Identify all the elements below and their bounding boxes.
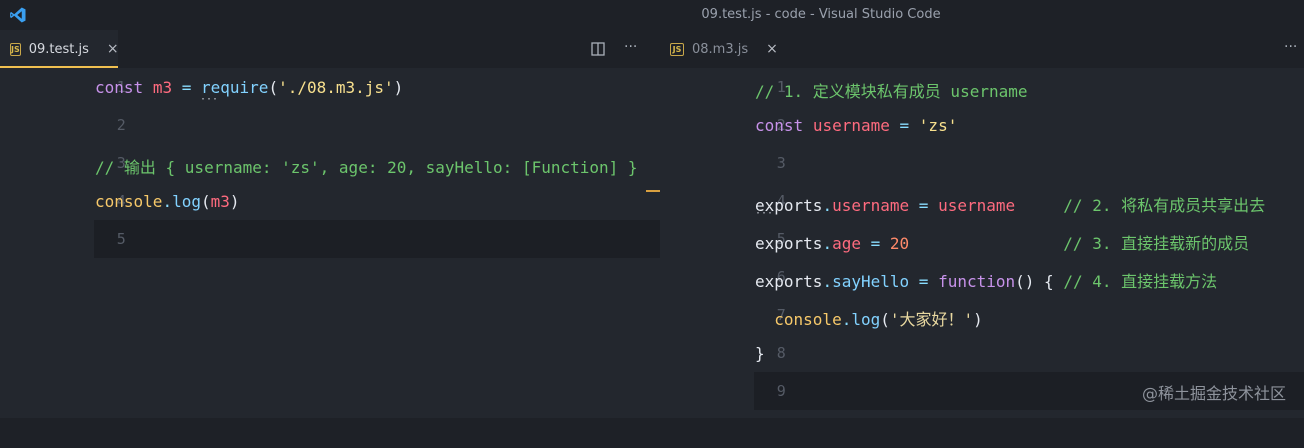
watermark: @稀土掘金技术社区 [1141, 384, 1286, 403]
code-text: exports.username = username // 2. 将私有成员共… [755, 196, 1266, 215]
js-file-icon: JS [10, 42, 21, 56]
split-editor-icon[interactable] [591, 42, 605, 56]
tab-bar: JS 09.test.js × ··· [0, 30, 660, 68]
line-number: 3 [776, 154, 786, 172]
code-editor[interactable]: 1 const m3 = require('./08.m3.js') ··· 2… [0, 68, 660, 418]
code-text: console.log('大家好！') [774, 310, 983, 329]
code-line: 5 exports.age = 20 // 3. 直接挂载新的成员 [660, 220, 1304, 258]
window-title: 09.test.js - code - Visual Studio Code [701, 7, 941, 22]
tab-09-test-js[interactable]: JS 09.test.js × [0, 30, 119, 68]
code-comment: // 1. 定义模块私有成员 username [755, 82, 1028, 101]
code-text: const username = 'zs' [755, 116, 958, 135]
code-line: 4 exports.username = username // 2. 将私有成… [660, 182, 1304, 220]
code-text: const m3 = require('./08.m3.js') [95, 78, 404, 97]
current-line-highlight [94, 220, 660, 258]
code-line: 5 [0, 220, 660, 258]
hint-dots: ··· [200, 94, 219, 105]
editor-group-left: JS 09.test.js × ··· 1 const m3 = require… [0, 30, 660, 418]
code-text: exports.sayHello = function() { // 4. 直接… [755, 272, 1218, 291]
tab-label: 08.m3.js [692, 41, 749, 57]
close-icon[interactable]: × [107, 41, 119, 57]
code-line: 1 // 1. 定义模块私有成员 username [660, 68, 1304, 106]
code-line: 2 const username = 'zs' [660, 106, 1304, 144]
tab-bar: JS 08.m3.js × ··· [660, 30, 1304, 68]
tab-label: 09.test.js [28, 41, 89, 57]
code-line: 2 [0, 106, 660, 144]
js-file-icon: JS [670, 42, 684, 56]
code-line: 8 } [660, 334, 1304, 372]
change-marker [646, 190, 660, 192]
line-number: 2 [116, 116, 126, 134]
editor-group-right: JS 08.m3.js × ··· 1 // 1. 定义模块私有成员 usern… [660, 30, 1304, 418]
code-comment: // 输出 { username: 'zs', age: 20, sayHell… [95, 158, 638, 177]
code-line: 7 console.log('大家好！') [660, 296, 1304, 334]
more-actions-icon[interactable]: ··· [1284, 39, 1297, 55]
code-line: 3 [660, 144, 1304, 182]
code-line: 1 const m3 = require('./08.m3.js') ··· [0, 68, 660, 106]
line-number: 5 [116, 230, 126, 248]
close-icon[interactable]: × [766, 41, 778, 57]
code-line: 3 // 输出 { username: 'zs', age: 20, sayHe… [0, 144, 660, 182]
tab-08-m3-js[interactable]: JS 08.m3.js × [660, 30, 784, 68]
code-line: 4 console.log(m3) [0, 182, 660, 220]
code-editor[interactable]: 1 // 1. 定义模块私有成员 username 2 const userna… [660, 68, 1304, 418]
title-bar: 09.test.js - code - Visual Studio Code [0, 0, 1304, 30]
hint-dots: ··· [755, 208, 774, 219]
more-actions-icon[interactable]: ··· [624, 39, 637, 55]
code-text: } [755, 344, 765, 363]
code-line: 6 exports.sayHello = function() { // 4. … [660, 258, 1304, 296]
line-number: 9 [776, 382, 786, 400]
code-text: exports.age = 20 // 3. 直接挂载新的成员 [755, 234, 1250, 253]
line-number: 8 [776, 344, 786, 362]
code-text: console.log(m3) [95, 192, 240, 211]
